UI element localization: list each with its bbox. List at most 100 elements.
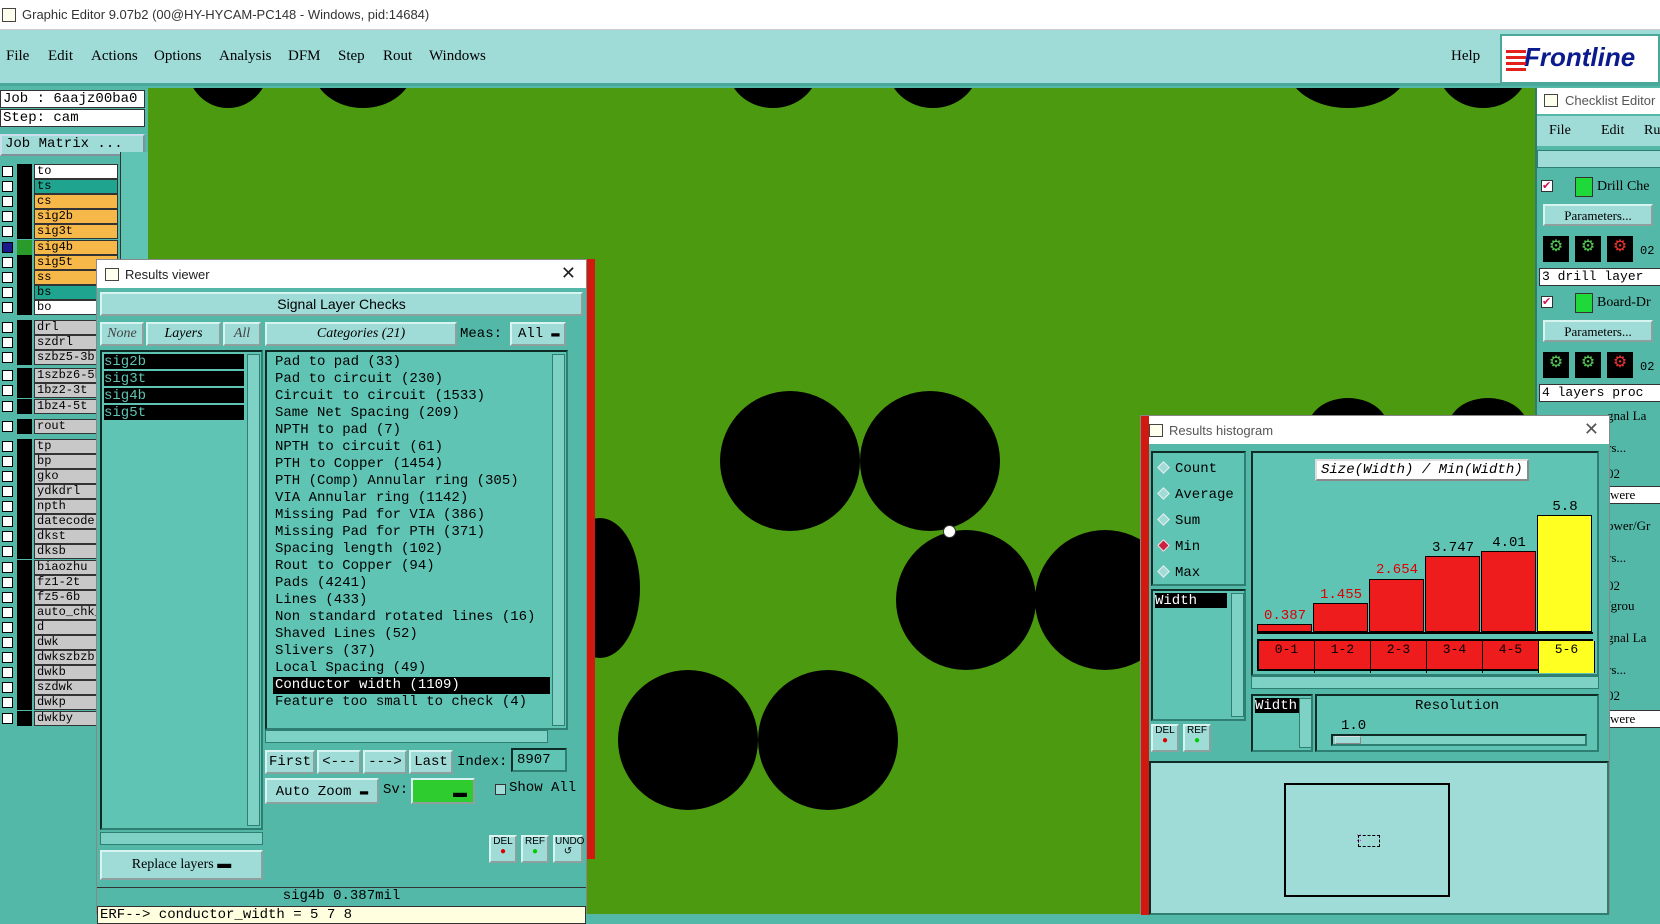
layer-checkbox[interactable]: [2, 196, 13, 208]
menu-actions[interactable]: Actions: [91, 48, 138, 65]
check-item-checkbox[interactable]: ✔: [1541, 296, 1553, 308]
ref-button[interactable]: REF ●: [1183, 724, 1211, 752]
histogram-bar[interactable]: [1369, 578, 1424, 632]
layer-checkbox[interactable]: [2, 682, 13, 694]
parameters-button[interactable]: Parameters...: [1543, 204, 1653, 226]
del-button[interactable]: DEL ●: [489, 835, 517, 863]
menu-help[interactable]: Help: [1451, 48, 1480, 65]
checklist-menu-edit[interactable]: Edit: [1601, 123, 1624, 139]
radio-max[interactable]: Max: [1157, 565, 1200, 581]
run-icon[interactable]: ⚙: [1543, 352, 1569, 378]
layer-checkbox[interactable]: [2, 181, 13, 193]
replace-layers-menu[interactable]: Replace layers ▬: [100, 850, 263, 880]
category-item[interactable]: PTH to Copper (1454): [273, 456, 443, 473]
layer-checkbox[interactable]: [2, 352, 13, 364]
category-item[interactable]: Slivers (37): [273, 643, 376, 660]
category-item[interactable]: Pad to pad (33): [273, 354, 401, 371]
list-item[interactable]: sig3t: [104, 371, 244, 387]
radio-average[interactable]: Average: [1157, 487, 1234, 503]
slider-thumb[interactable]: [1335, 736, 1361, 744]
check-item-checkbox[interactable]: ✔: [1541, 180, 1553, 192]
category-item[interactable]: Feature too small to check (4): [273, 694, 527, 711]
layer-checkbox[interactable]: [2, 420, 13, 432]
layer-checkbox[interactable]: [2, 470, 13, 482]
radio-min[interactable]: Min: [1157, 539, 1200, 555]
layer-checkbox[interactable]: [2, 455, 13, 467]
menu-edit[interactable]: Edit: [48, 48, 73, 65]
category-item[interactable]: Pad to circuit (230): [273, 371, 443, 388]
layer-checkbox[interactable]: [2, 621, 13, 633]
measure-list[interactable]: Width: [1151, 589, 1246, 721]
layer-checkbox[interactable]: [2, 637, 13, 648]
run-icon[interactable]: ⚙: [1575, 352, 1601, 378]
resolution-list-scrollbar[interactable]: [1299, 698, 1312, 748]
error-marker[interactable]: [943, 525, 956, 538]
index-input[interactable]: 8907: [511, 748, 567, 772]
histogram-bin[interactable]: 4-5: [1483, 641, 1539, 673]
layer-row[interactable]: to: [0, 164, 118, 179]
next-button[interactable]: --->: [363, 750, 407, 774]
category-item[interactable]: Pads (4241): [273, 575, 367, 592]
layer-checkbox[interactable]: [2, 667, 13, 679]
histogram-bin[interactable]: 5-6: [1539, 641, 1595, 673]
meas-dropdown[interactable]: All ▬: [510, 322, 566, 346]
sv-color-dropdown[interactable]: ▬: [411, 778, 475, 804]
layer-results-list[interactable]: sig2b sig3t sig4b sig5t: [100, 350, 263, 830]
histogram-bin[interactable]: 1-2: [1315, 641, 1371, 673]
radio-sum[interactable]: Sum: [1157, 513, 1200, 529]
layer-row[interactable]: cs: [0, 194, 118, 210]
layer-checkbox[interactable]: [2, 531, 13, 543]
parameters-button[interactable]: Parameters...: [1543, 320, 1653, 342]
close-icon[interactable]: ✕: [561, 263, 576, 284]
category-item[interactable]: PTH (Comp) Annular ring (305): [273, 473, 519, 490]
run-icon[interactable]: ⚙: [1607, 236, 1633, 262]
categories-button[interactable]: Categories (21): [265, 322, 457, 346]
layer-checkbox[interactable]: [2, 712, 13, 724]
layer-row[interactable]: ts: [0, 179, 118, 195]
close-icon[interactable]: ✕: [1584, 419, 1599, 440]
layer-row[interactable]: sig4b: [0, 239, 118, 255]
layer-checkbox[interactable]: [2, 271, 13, 283]
histogram-bar[interactable]: [1481, 551, 1536, 632]
menu-options[interactable]: Options: [154, 48, 202, 65]
category-item[interactable]: Rout to Copper (94): [273, 558, 435, 575]
first-button[interactable]: First: [265, 750, 315, 774]
category-item[interactable]: Lines (433): [273, 592, 367, 609]
category-list[interactable]: Pad to pad (33) Pad to circuit (230) Circu…: [265, 350, 568, 730]
category-item[interactable]: NPTH to pad (7): [273, 422, 401, 439]
list-item[interactable]: sig4b: [104, 388, 244, 404]
resolution-list[interactable]: Width: [1251, 694, 1313, 752]
menu-step[interactable]: Step: [338, 48, 365, 65]
del-button[interactable]: DEL ●: [1151, 724, 1179, 752]
category-item[interactable]: Circuit to circuit (1533): [273, 388, 485, 405]
last-button[interactable]: Last: [409, 750, 453, 774]
category-list-hscrollbar[interactable]: [265, 730, 548, 743]
layer-checkbox[interactable]: [2, 166, 13, 177]
layer-checkbox[interactable]: [2, 486, 13, 497]
category-item[interactable]: Conductor width (1109): [273, 677, 550, 694]
overview-frame[interactable]: ⁚⁚: [1284, 783, 1450, 897]
layer-checkbox[interactable]: [2, 652, 13, 664]
layers-button[interactable]: Layers: [146, 322, 221, 346]
layer-list-hscrollbar[interactable]: [100, 832, 263, 845]
category-list-scrollbar[interactable]: [552, 354, 565, 726]
checklist-menu-file[interactable]: File: [1549, 123, 1571, 139]
layer-checkbox[interactable]: [2, 501, 13, 513]
menu-file[interactable]: File: [6, 48, 29, 65]
list-item[interactable]: sig2b: [104, 354, 244, 370]
menu-dfm[interactable]: DFM: [288, 48, 321, 65]
none-button[interactable]: None: [100, 322, 144, 346]
layer-checkbox[interactable]: [2, 606, 13, 618]
layer-checkbox[interactable]: [2, 226, 13, 238]
run-icon[interactable]: ⚙: [1543, 236, 1569, 262]
layer-checkbox[interactable]: [2, 697, 13, 709]
layer-checkbox[interactable]: [2, 546, 13, 558]
check-set-heading[interactable]: Signal Layer Checks: [100, 292, 583, 316]
menu-analysis[interactable]: Analysis: [219, 48, 272, 65]
layer-checkbox[interactable]: [2, 337, 13, 349]
run-icon[interactable]: ⚙: [1607, 352, 1633, 378]
layer-checkbox[interactable]: [2, 591, 13, 603]
histogram-bar[interactable]: [1537, 515, 1592, 632]
layer-checkbox[interactable]: [2, 440, 13, 452]
layer-checkbox[interactable]: [2, 241, 13, 253]
